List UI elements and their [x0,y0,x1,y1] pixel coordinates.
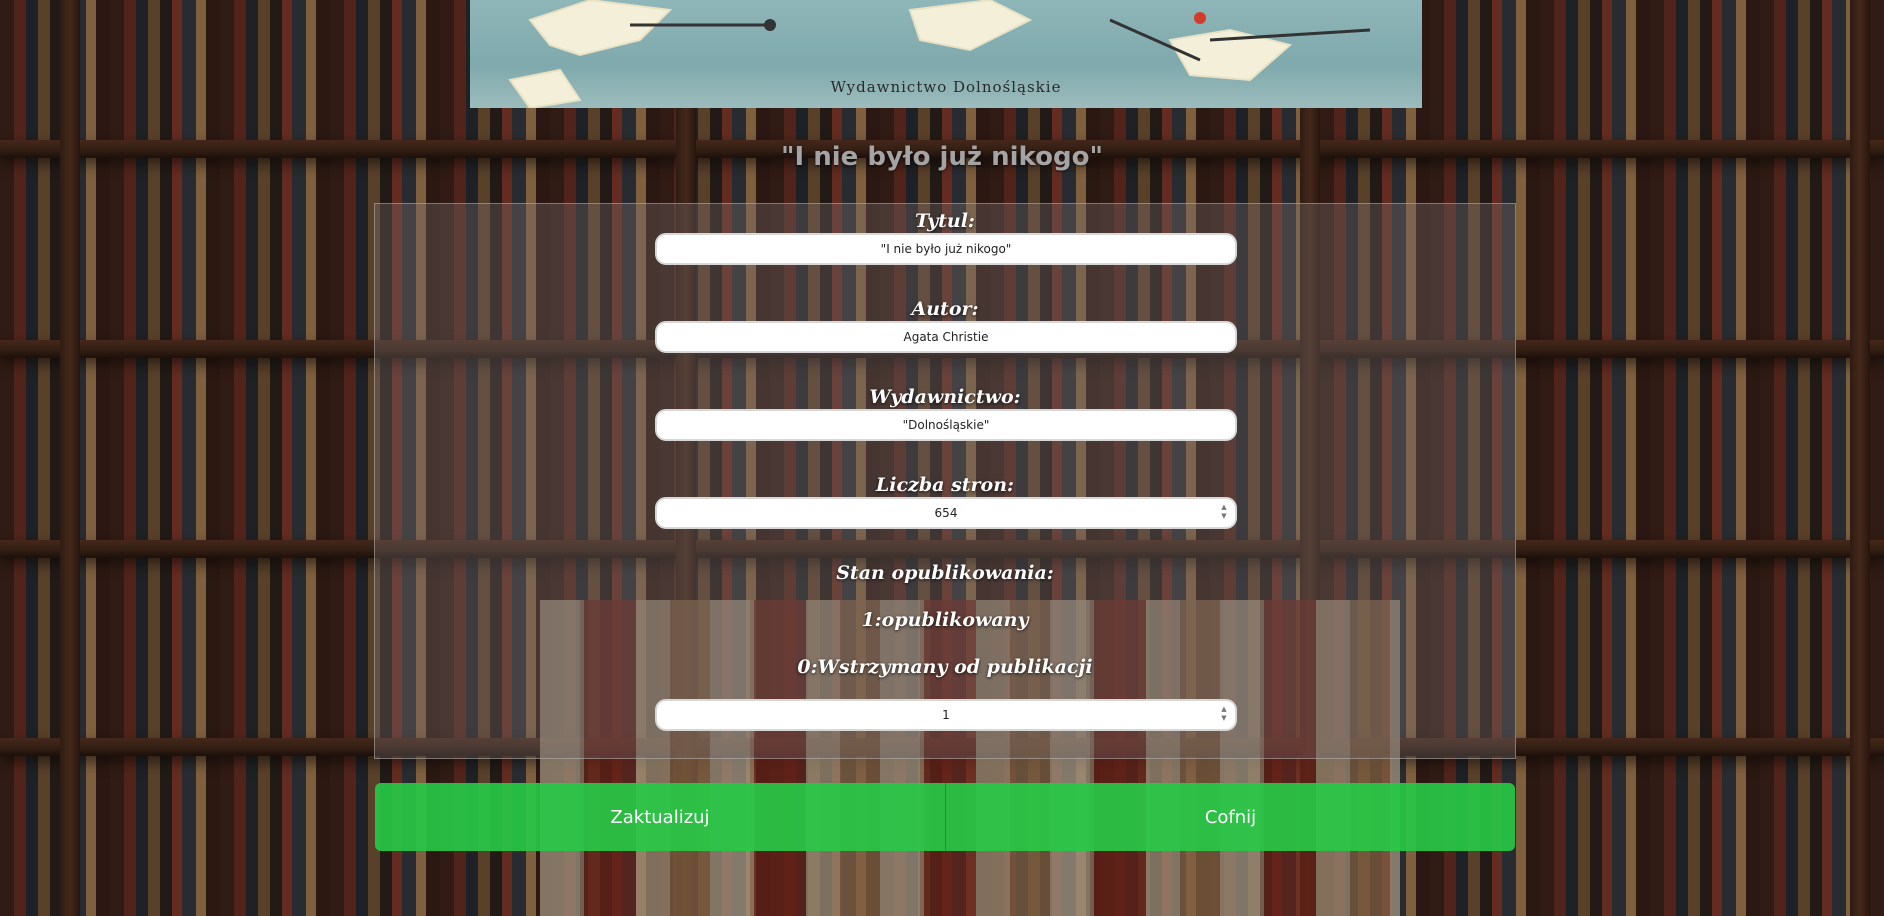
publisher-input[interactable] [655,409,1237,441]
publisher-label: Wydawnictwo: [869,386,1021,408]
banner-caption: Wydawnictwo Dolnośląskie [830,78,1062,96]
page-title: "I nie było już nikogo" [780,142,1103,172]
title-label: Tytul: [915,210,975,232]
update-button[interactable]: Zaktualizuj [375,783,946,851]
book-cover-banner: Wydawnictwo Dolnośląskie [470,0,1422,108]
status-hint-suspended: 0:Wstrzymany od publikacji [797,656,1093,678]
status-label: Stan opublikowania: [836,562,1054,584]
pages-input[interactable] [655,497,1237,529]
author-label: Autor: [911,298,979,320]
pages-label: Liczba stron: [875,474,1015,496]
status-hint-published: 1:opublikowany [861,609,1029,631]
status-field-wrapper: ▲▼ [655,699,1237,731]
pages-field-wrapper: ▲▼ [655,497,1237,529]
author-input[interactable] [655,321,1237,353]
pages-spinner-icon[interactable]: ▲ ▼ [1219,504,1229,520]
book-edit-form: Tytul: Autor: Wydawnictwo: Liczba stron:… [374,203,1516,759]
status-input[interactable] [655,699,1237,731]
back-button[interactable]: Cofnij [946,783,1515,851]
title-input[interactable] [655,233,1237,265]
status-spinner-icon[interactable]: ▲ ▼ [1219,706,1229,722]
